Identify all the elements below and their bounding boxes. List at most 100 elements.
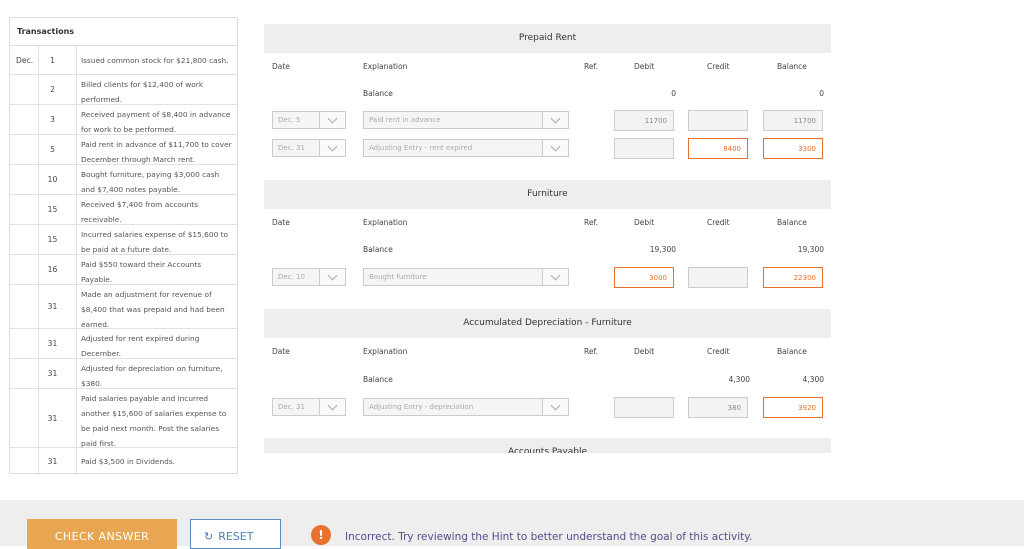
transaction-day: 31 [38,329,76,358]
transaction-text: Received $7,400 from accounts receivable… [76,195,237,224]
debit-input[interactable] [614,138,674,159]
col-explanation-header: Explanation [363,218,408,227]
transaction-text: Adjusted for rent expired during Decembe… [76,329,237,358]
transaction-text: Incurred salaries expense of $15,600 to … [76,225,237,254]
transaction-text: Received payment of $8,400 in advance fo… [76,105,237,134]
opening-balance: 4,300 [802,375,824,384]
col-debit-header: Debit [634,218,655,227]
transaction-day: 1 [38,46,76,74]
credit-input[interactable]: 8400 [688,138,748,159]
balance-input[interactable]: 22300 [763,267,823,288]
col-balance-header: Balance [777,62,807,71]
debit-input[interactable] [614,397,674,418]
opening-debit: 0 [671,89,676,98]
ledger-title: Accumulated Depreciation - Furniture [264,309,831,338]
explanation-select[interactable]: Adjusting Entry - depreciation [363,398,569,416]
credit-input[interactable] [688,267,748,288]
explanation-select[interactable]: Bought furniture [363,268,569,286]
transaction-text: Billed clients for $12,400 of work perfo… [76,75,237,104]
balance-input[interactable]: 3300 [763,138,823,159]
feedback-message: Incorrect. Try reviewing the Hint to bet… [345,531,753,543]
transaction-row: 31 Adjusted for rent expired during Dece… [10,329,237,359]
balance-input[interactable]: 11700 [763,110,823,131]
refresh-icon: ↻ [204,530,214,543]
opening-balance-label: Balance [363,89,393,98]
reset-button[interactable]: ↻ RESET [190,519,281,549]
chevron-down-icon [319,399,345,415]
credit-input[interactable]: 380 [688,397,748,418]
chevron-down-icon [319,112,345,128]
chevron-down-icon [542,399,568,415]
col-credit-header: Credit [707,218,730,227]
transaction-text: Paid $3,500 in Dividends. [76,448,237,475]
transaction-day: 31 [38,389,76,447]
credit-input[interactable] [688,110,748,131]
col-balance-header: Balance [777,218,807,227]
debit-input[interactable]: 11700 [614,110,674,131]
transaction-day: 10 [38,165,76,194]
transaction-row: 5 Paid rent in advance of $11,700 to cov… [10,135,237,165]
transaction-text: Adjusted for depreciation on furniture, … [76,359,237,388]
col-explanation-header: Explanation [363,347,408,356]
transaction-row: 2 Billed clients for $12,400 of work per… [10,75,237,105]
transaction-row: 15 Received $7,400 from accounts receiva… [10,195,237,225]
col-debit-header: Debit [634,62,655,71]
explanation-select[interactable]: Paid rent in advance [363,111,569,129]
reset-label: RESET [218,530,254,543]
transaction-day: 15 [38,225,76,254]
transaction-row: 31 Made an adjustment for revenue of $8,… [10,285,237,329]
explanation-select[interactable]: Adjusting Entry - rent expired [363,139,569,157]
transaction-row: 16 Paid $550 toward their Accounts Payab… [10,255,237,285]
transaction-text: Made an adjustment for revenue of $8,400… [76,285,237,329]
transaction-month: Dec. [16,55,34,65]
check-answer-button[interactable]: CHECK ANSWER [27,519,177,549]
chevron-down-icon [319,269,345,285]
transaction-day: 31 [38,448,76,475]
chevron-down-icon [542,269,568,285]
transaction-day: 15 [38,195,76,224]
transaction-day: 31 [38,359,76,388]
col-balance-header: Balance [777,347,807,356]
transaction-day: 16 [38,255,76,284]
date-select[interactable]: Dec. 31 [272,139,346,157]
chevron-down-icon [542,112,568,128]
transaction-text: Paid $550 toward their Accounts Payable. [76,255,237,284]
transaction-day: 31 [38,285,76,328]
opening-balance: 19,300 [797,245,824,254]
col-date-header: Date [272,347,290,356]
col-date-header: Date [272,62,290,71]
ledger-accounts-payable: Accounts Payable [264,438,831,453]
transaction-row: 3 Received payment of $8,400 in advance … [10,105,237,135]
transaction-row: 31 Adjusted for depreciation on furnitur… [10,359,237,389]
ledger-accumulated-depreciation: Accumulated Depreciation - Furniture Dat… [264,309,831,421]
transaction-row: 10 Bought furniture, paying $3,000 cash … [10,165,237,195]
transactions-title: Transactions [10,18,237,46]
balance-input[interactable]: 3920 [763,397,823,418]
col-debit-header: Debit [634,347,655,356]
transaction-row: Dec. 1 Issued common stock for $21,800 c… [10,46,237,75]
transaction-text: Bought furniture, paying $3,000 cash and… [76,165,237,194]
ledger-title: Furniture [264,180,831,209]
transaction-text: Issued common stock for $21,800 cash. [76,46,237,74]
col-credit-header: Credit [707,62,730,71]
opening-balance: 0 [819,89,824,98]
date-select[interactable]: Dec. 5 [272,111,346,129]
chevron-down-icon [319,140,345,156]
opening-balance-label: Balance [363,375,393,384]
opening-credit: 4,300 [728,375,750,384]
transaction-day: 3 [38,105,76,134]
col-ref-header: Ref. [584,62,598,71]
transaction-row: 31 Paid salaries payable and incurred an… [10,389,237,448]
ledger-prepaid-rent: Prepaid Rent Date Explanation Ref. Debit… [264,24,831,164]
warning-icon: ! [311,525,331,545]
col-credit-header: Credit [707,347,730,356]
ledger-title: Accounts Payable [264,438,831,453]
chevron-down-icon [542,140,568,156]
col-ref-header: Ref. [584,347,598,356]
col-explanation-header: Explanation [363,62,408,71]
date-select[interactable]: Dec. 10 [272,268,346,286]
transaction-day: 5 [38,135,76,164]
transaction-text: Paid salaries payable and incurred anoth… [76,389,237,448]
date-select[interactable]: Dec. 31 [272,398,346,416]
debit-input[interactable]: 3000 [614,267,674,288]
